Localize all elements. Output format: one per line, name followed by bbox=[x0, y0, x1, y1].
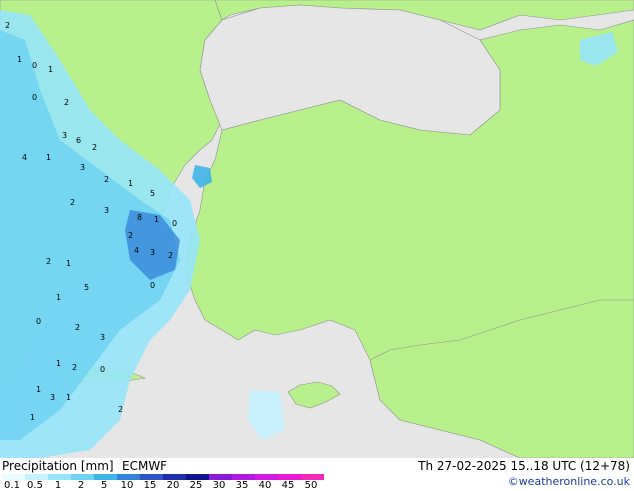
precip-value-label: 1 bbox=[17, 55, 22, 64]
precip-value-label: 0 bbox=[32, 61, 37, 70]
legend-bar: Precipitation [mm] ECMWF Th 27-02-2025 1… bbox=[0, 458, 634, 491]
precip-value-label: 3 bbox=[80, 163, 85, 172]
precip-value-label: 2 bbox=[70, 198, 75, 207]
precip-value-label: 5 bbox=[84, 283, 89, 292]
legend-tick-label: 35 bbox=[235, 480, 249, 491]
legend-tick-label: 15 bbox=[143, 480, 157, 491]
valid-time: Th 27-02-2025 15..18 UTC (12+78) bbox=[418, 459, 630, 473]
precip-value-label: 0 bbox=[172, 219, 177, 228]
precip-value-label: 2 bbox=[118, 405, 123, 414]
precip-value-label: 1 bbox=[56, 293, 61, 302]
legend-tick-label: 2 bbox=[77, 480, 85, 491]
legend-color-scale bbox=[2, 474, 324, 480]
precip-value-label: 4 bbox=[134, 246, 139, 255]
precip-value-label: 1 bbox=[128, 179, 133, 188]
precip-value-label: 0 bbox=[36, 317, 41, 326]
model-label: ECMWF bbox=[122, 459, 168, 473]
precip-value-label: 2 bbox=[72, 363, 77, 372]
precip-value-label: 1 bbox=[46, 153, 51, 162]
precip-value-label: 3 bbox=[104, 206, 109, 215]
precip-value-label: 0 bbox=[100, 365, 105, 374]
legend-tick-label: 40 bbox=[258, 480, 272, 491]
precip-value-label: 4 bbox=[22, 153, 27, 162]
precip-value-label: 2 bbox=[5, 21, 10, 30]
precip-value-label: 0 bbox=[150, 281, 155, 290]
precip-value-label: 1 bbox=[36, 385, 41, 394]
legend-tick-label: 1 bbox=[54, 480, 62, 491]
precip-value-label: 0 bbox=[32, 93, 37, 102]
legend-tick-label: 50 bbox=[304, 480, 318, 491]
precipitation-map: 2101203621432152381021432510231201321102 bbox=[0, 0, 634, 458]
precip-value-label: 8 bbox=[137, 213, 142, 222]
map-canvas: 210 1203621432 15238 1 02 14 3 2510231 2 01321102 bbox=[0, 0, 634, 458]
precip-value-label: 1 bbox=[48, 65, 53, 74]
precip-value-label: 3 bbox=[100, 333, 105, 342]
precip-value-label: 1 bbox=[66, 393, 71, 402]
precip-value-label: 6 bbox=[76, 136, 81, 145]
legend-title: Precipitation [mm] bbox=[2, 459, 114, 473]
precip-value-label: 2 bbox=[92, 143, 97, 152]
precip-value-label: 3 bbox=[150, 248, 155, 257]
legend-tick-label: 5 bbox=[100, 480, 108, 491]
precip-value-label: 3 bbox=[62, 131, 67, 140]
precip-value-label: 1 bbox=[56, 359, 61, 368]
precip-value-label: 5 bbox=[150, 189, 155, 198]
precip-value-label: 2 bbox=[128, 231, 133, 240]
legend-tick-label: 0.5 bbox=[27, 480, 43, 491]
precip-value-label: 2 bbox=[46, 257, 51, 266]
precip-value-label: 1 bbox=[30, 413, 35, 422]
credit-link[interactable]: ©weatheronline.co.uk bbox=[508, 475, 630, 488]
legend-tick-label: 10 bbox=[120, 480, 134, 491]
legend-tick-label: 0.1 bbox=[4, 480, 20, 491]
precip-value-label: 2 bbox=[64, 98, 69, 107]
precip-value-label: 2 bbox=[168, 251, 173, 260]
precip-value-label: 1 bbox=[66, 259, 71, 268]
legend-tick-label: 30 bbox=[212, 480, 226, 491]
precip-value-label: 3 bbox=[50, 393, 55, 402]
precip-value-label: 2 bbox=[75, 323, 80, 332]
legend-tick-label: 20 bbox=[166, 480, 180, 491]
precip-value-label: 2 bbox=[104, 175, 109, 184]
legend-tick-label: 25 bbox=[189, 480, 203, 491]
precip-value-label: 1 bbox=[154, 215, 159, 224]
legend-tick-label: 45 bbox=[281, 480, 295, 491]
